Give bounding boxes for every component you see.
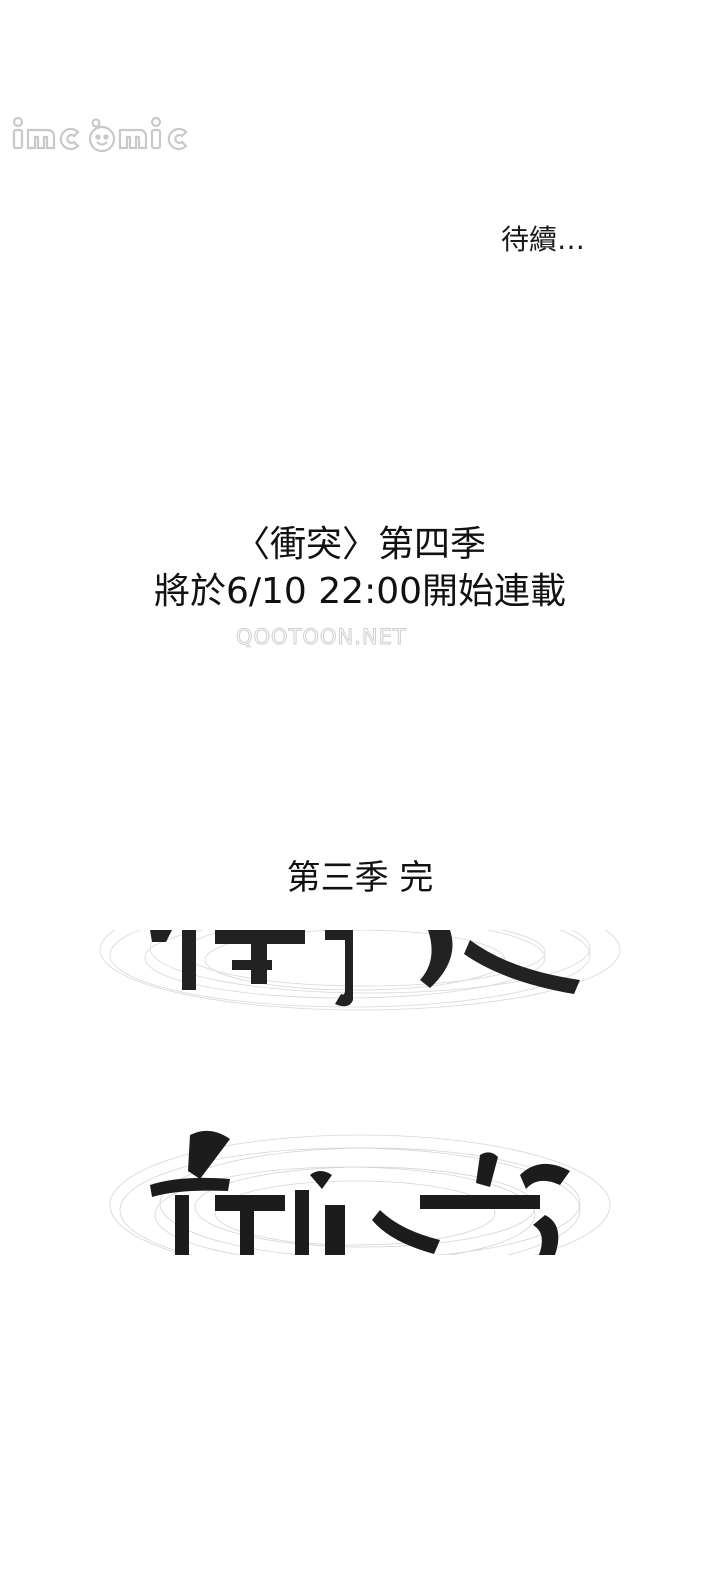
next-season-schedule: 將於6/10 22:00開始連載 (153, 571, 567, 612)
next-season-title: 〈衝突〉第四季 (233, 524, 486, 565)
season-end-text: 第三季 完 (286, 858, 434, 898)
title-calligraphy-art-top (0, 930, 720, 1030)
to-be-continued-text: 待續… (501, 223, 586, 256)
site-watermark: QOOTOON.NET (236, 625, 407, 650)
title-calligraphy-art-bottom (0, 1115, 720, 1255)
jmcomic-logo-watermark (4, 108, 200, 160)
